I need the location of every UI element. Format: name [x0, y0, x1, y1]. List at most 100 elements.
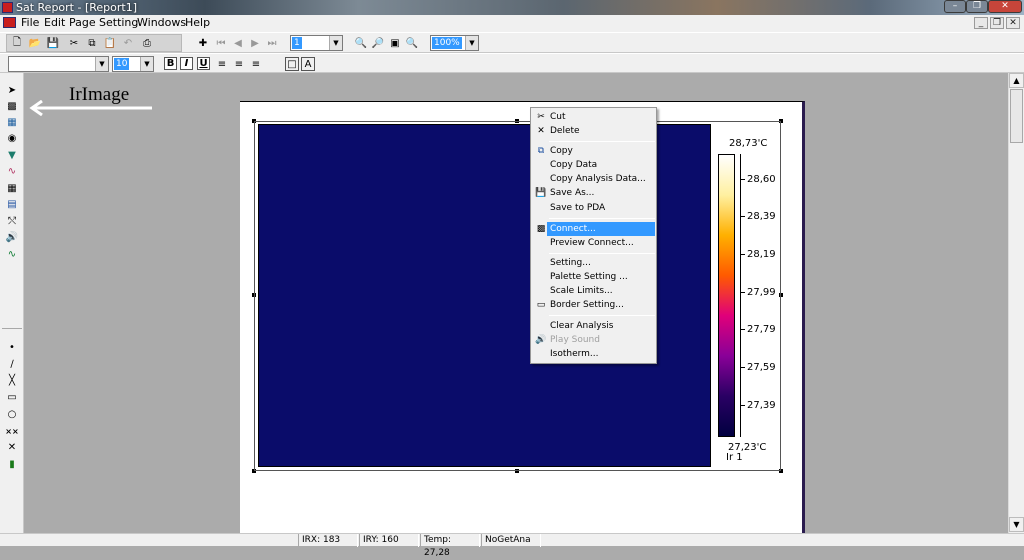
scroll-down-icon[interactable]: ▼ [1009, 517, 1024, 532]
first-page-icon[interactable]: ⏮ [214, 36, 228, 50]
menu-item-copy-analysis-data[interactable]: Copy Analysis Data... [533, 172, 655, 186]
add-page-icon[interactable]: ✚ [196, 36, 210, 50]
irimage-tool-icon[interactable]: ▩ [5, 101, 19, 113]
menu-item-save-to-pda[interactable]: Save to PDA [533, 201, 655, 215]
menu-item-clear-analysis[interactable]: Clear Analysis [533, 319, 655, 333]
palette-tool-icon[interactable]: ▮ [5, 459, 19, 471]
menu-edit[interactable]: Edit [44, 16, 65, 29]
camera-tool-icon[interactable]: ◉ [5, 133, 19, 145]
minmax-tool-icon[interactable]: ×× [5, 426, 19, 438]
menu-item-connect[interactable]: Connect... [547, 222, 655, 236]
scale-tick-label: 28,19 [747, 249, 776, 260]
chart-tool-icon[interactable]: ▤ [5, 199, 19, 211]
line-chart-tool-icon[interactable]: ∿ [5, 166, 19, 178]
text-frame-icon[interactable]: A [301, 57, 315, 71]
italic-icon[interactable]: I [180, 57, 193, 70]
menu-help[interactable]: Help [185, 16, 210, 29]
font-size-select[interactable]: 10 ▼ [112, 56, 154, 72]
page-select-value: 1 [292, 37, 302, 49]
scale-tick [740, 329, 745, 330]
menu-page[interactable]: Page [69, 16, 96, 29]
menu-setting[interactable]: Setting [99, 16, 138, 29]
measure-tool-icon[interactable]: ⤲ [5, 216, 19, 228]
menu-file[interactable]: File [21, 16, 39, 29]
picture-tool-icon[interactable]: ▦ [5, 117, 19, 129]
menu-windows[interactable]: Windows [137, 16, 186, 29]
text-box-icon[interactable]: □ [285, 57, 299, 71]
menu-item-play-sound[interactable]: Play Sound [533, 333, 655, 347]
menu-item-cut[interactable]: Cut [533, 110, 655, 124]
file-tool-group: 🗋 📂 💾 ✂ ⧉ 📋 ↶ ⎙ [6, 34, 182, 52]
table-tool-icon[interactable]: ▦ [5, 183, 19, 195]
last-page-icon[interactable]: ⏭ [265, 36, 279, 50]
chevron-down-icon: ▼ [95, 57, 108, 71]
pointer-icon[interactable]: ➤ [5, 85, 19, 97]
mdi-minimize-button[interactable]: _ [974, 17, 988, 29]
new-icon[interactable]: 🗋 [10, 36, 24, 50]
zoom-out-icon[interactable]: 🔎 [371, 36, 385, 50]
scale-tick-label: 27,39 [747, 400, 776, 411]
profile-tool-icon[interactable]: ∿ [5, 249, 19, 261]
menu-item-delete[interactable]: Delete [533, 124, 655, 138]
sound-tool-icon[interactable]: 🔊 [5, 232, 19, 244]
scroll-up-icon[interactable]: ▲ [1009, 73, 1024, 88]
status-irx: IRX: 183 [298, 534, 358, 547]
menu-item-palette-setting[interactable]: Palette Setting ... [533, 270, 655, 284]
undo-icon[interactable]: ↶ [121, 36, 135, 50]
status-temp: Temp: 27,28 [420, 534, 480, 558]
line-tool-icon[interactable]: ∕ [5, 359, 19, 371]
menu-item-setting[interactable]: Setting... [533, 256, 655, 270]
align-right-icon[interactable]: ≡ [249, 57, 263, 71]
menu-item-copy-data[interactable]: Copy Data [533, 158, 655, 172]
zoom-select[interactable]: 100% ▼ [430, 35, 479, 51]
paste-icon[interactable]: 📋 [103, 36, 117, 50]
menu-item-scale-limits[interactable]: Scale Limits... [533, 284, 655, 298]
scale-axis-line [740, 154, 741, 437]
scale-tick-label: 27,59 [747, 362, 776, 373]
annotation-arrow-icon [29, 100, 152, 116]
restore-button[interactable]: ❐ [966, 0, 988, 13]
scroll-thumb[interactable] [1010, 89, 1023, 143]
ellipse-tool-icon[interactable]: ○ [5, 409, 19, 421]
delete-tool-icon[interactable]: ✕ [5, 442, 19, 454]
menu-separator [549, 315, 655, 316]
color-scale-bar[interactable] [718, 154, 735, 437]
menu-item-save-as[interactable]: Save As... [533, 186, 655, 200]
mdi-restore-button[interactable]: ❐ [990, 17, 1004, 29]
menu-item-preview-connect[interactable]: Preview Connect... [533, 236, 655, 250]
zoom-icon[interactable]: 🔍 [405, 36, 419, 50]
copy-icon[interactable]: ⧉ [85, 36, 99, 50]
shape-tool-icon[interactable]: ▼ [5, 150, 19, 162]
chevron-down-icon: ▼ [465, 36, 478, 50]
page-select[interactable]: 1 ▼ [290, 35, 343, 51]
mdi-close-button[interactable]: ✕ [1006, 17, 1020, 29]
dot-tool-icon[interactable]: • [5, 342, 19, 354]
next-page-icon[interactable]: ▶ [248, 36, 262, 50]
context-menu: ✂ Cut ✕ Delete ⧉ Copy Copy Data Copy Ana… [530, 107, 657, 364]
close-button[interactable]: ✕ [988, 0, 1022, 13]
menu-item-copy[interactable]: Copy [533, 144, 655, 158]
cross-line-tool-icon[interactable]: ╳ [5, 375, 19, 387]
zoom-fit-icon[interactable]: ▣ [388, 36, 402, 50]
status-analysis: NoGetAna [481, 534, 541, 547]
scale-max-label: 28,73'C [729, 138, 768, 149]
rectangle-tool-icon[interactable]: ▭ [5, 392, 19, 404]
menu-item-border-setting[interactable]: Border Setting... [533, 298, 655, 312]
underline-icon[interactable]: U [197, 57, 210, 70]
open-icon[interactable]: 📂 [28, 36, 42, 50]
vertical-scrollbar[interactable]: ▲ ▼ [1008, 73, 1024, 533]
save-icon[interactable]: 💾 [46, 36, 60, 50]
font-select[interactable]: ▼ [8, 56, 109, 72]
prev-page-icon[interactable]: ◀ [231, 36, 245, 50]
main-toolbar: 🗋 📂 💾 ✂ ⧉ 📋 ↶ ⎙ ✚ ⏮ ◀ ▶ ⏭ 1 ▼ 🔍 🔎 ▣ 🔍 10… [0, 32, 1024, 53]
menu-item-isotherm[interactable]: Isotherm... [533, 347, 655, 361]
bold-icon[interactable]: B [164, 57, 177, 70]
cut-icon[interactable]: ✂ [67, 36, 81, 50]
zoom-in-icon[interactable]: 🔍 [354, 36, 368, 50]
camera-connect-icon: ▩ [536, 224, 546, 234]
window-title: Sat Report - [Report1] [16, 1, 138, 14]
align-left-icon[interactable]: ≡ [215, 57, 229, 71]
print-icon[interactable]: ⎙ [140, 36, 154, 50]
align-center-icon[interactable]: ≡ [232, 57, 246, 71]
minimize-button[interactable]: – [944, 0, 966, 13]
